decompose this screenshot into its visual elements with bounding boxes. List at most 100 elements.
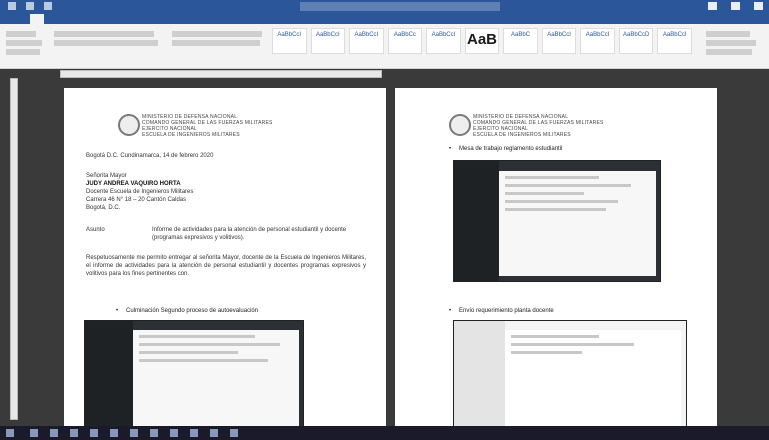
screenshot-line <box>511 342 635 346</box>
app-icon[interactable] <box>130 429 138 437</box>
screenshot-sidebar <box>454 321 506 430</box>
app-icon[interactable] <box>170 429 178 437</box>
maximize-icon[interactable] <box>731 2 740 10</box>
font-name-select[interactable] <box>54 31 154 37</box>
list-buttons[interactable] <box>172 31 262 37</box>
bullet-item: Mesa de trabajo reglamento estudiantil <box>449 146 699 152</box>
bullet-item: Culminación Segundo proceso de autoevalu… <box>116 308 366 314</box>
find-button[interactable] <box>706 31 750 37</box>
document-page-2[interactable]: MINISTERIO DE DEFENSA NACIONAL COMANDO G… <box>395 88 717 430</box>
alignment-buttons[interactable] <box>172 40 260 46</box>
recipient-city: Bogotá, D.C. <box>86 205 121 211</box>
recipient-title: Señorita Mayor <box>86 173 127 179</box>
app-icon[interactable] <box>90 429 98 437</box>
style-item[interactable]: AaBbCc <box>387 28 423 54</box>
style-item[interactable]: AaBbC <box>503 28 538 54</box>
embedded-screenshot <box>453 320 687 430</box>
screenshot-line <box>138 358 269 362</box>
screenshot-line <box>511 350 582 354</box>
style-item[interactable]: AaBbCcI <box>426 28 461 54</box>
screenshot-sidebar <box>454 161 500 281</box>
start-icon[interactable] <box>6 429 14 437</box>
subject-text: Informe de actividades para la atención … <box>152 227 347 241</box>
style-item[interactable]: AaBbCcI <box>580 28 615 54</box>
style-item[interactable]: AaBbCcI <box>657 28 693 54</box>
title-bar <box>0 0 769 14</box>
paste-button[interactable] <box>6 31 36 37</box>
screenshot-line <box>511 334 600 338</box>
app-icon[interactable] <box>190 429 198 437</box>
body-paragraph: Respetuosamente me permito entregar al s… <box>86 255 366 277</box>
screenshot-line <box>138 342 280 346</box>
style-item[interactable]: AaBbCcI <box>272 28 307 54</box>
screenshot-line <box>505 175 600 179</box>
letterhead: MINISTERIO DE DEFENSA NACIONAL COMANDO G… <box>473 114 604 138</box>
recipient-address: Carrera 46 N° 18 – 20 Cantón Caldas <box>86 197 187 203</box>
style-title[interactable]: AaB <box>464 28 500 54</box>
embedded-screenshot <box>84 320 304 430</box>
tab-home[interactable] <box>29 14 44 24</box>
screenshot-sidebar <box>85 321 133 430</box>
styles-gallery: AaBbCcI AaBbCcI AaBbCcI AaBbCc AaBbCcI A… <box>272 28 693 54</box>
quick-access-toolbar <box>8 2 52 10</box>
window-title <box>300 2 500 11</box>
editing-group <box>706 28 762 58</box>
close-icon[interactable] <box>754 2 763 10</box>
tab-layout[interactable] <box>109 14 127 24</box>
screenshot-line <box>138 350 239 354</box>
horizontal-ruler[interactable] <box>60 70 382 78</box>
letterhead-line: ESCUELA DE INGENIEROS MILITARES <box>473 132 571 138</box>
tab-insert[interactable] <box>56 14 70 24</box>
app-icon[interactable] <box>70 429 78 437</box>
style-item[interactable]: AaBbCcI <box>349 28 384 54</box>
task-view-icon[interactable] <box>50 429 58 437</box>
screenshot-content <box>505 329 682 427</box>
recipient-role: Docente Escuela de Ingenieros Militares <box>86 189 194 195</box>
institution-seal-icon <box>118 114 140 136</box>
tab-design[interactable] <box>81 14 97 24</box>
app-icon[interactable] <box>150 429 158 437</box>
letterhead-line: ESCUELA DE INGENIEROS MILITARES <box>142 132 240 138</box>
screenshot-line <box>138 334 255 338</box>
date-line: Bogotá D.C. Cundinamarca, 14 de febrero … <box>86 153 214 159</box>
vertical-ruler[interactable] <box>10 78 18 420</box>
recipient-name: JUDY ANDREA VAQUIRO HORTA <box>86 181 181 187</box>
embedded-screenshot <box>453 160 661 282</box>
style-item[interactable]: AaBbCcI <box>310 28 346 54</box>
subject-label: Asunto <box>86 227 105 233</box>
institution-seal-icon <box>449 114 471 136</box>
app-icon[interactable] <box>230 429 238 437</box>
screenshot-line <box>505 191 584 195</box>
copy-button[interactable] <box>6 49 40 55</box>
style-item[interactable]: AaBbCcD <box>618 28 654 54</box>
undo-icon[interactable] <box>26 2 34 10</box>
minimize-icon[interactable] <box>708 2 717 10</box>
screenshot-line <box>505 199 619 203</box>
search-icon[interactable] <box>30 429 38 437</box>
taskbar <box>0 426 769 440</box>
app-icon[interactable] <box>110 429 118 437</box>
tab-file[interactable] <box>6 14 18 24</box>
screenshot-line <box>505 183 631 187</box>
select-button[interactable] <box>706 49 752 55</box>
screenshot-line <box>505 207 606 211</box>
window-controls <box>708 2 763 10</box>
style-item[interactable]: AaBbCcI <box>541 28 577 54</box>
replace-button[interactable] <box>706 40 756 46</box>
font-group <box>54 28 164 58</box>
bullet-item: Envío requerimiento planta docente <box>449 308 699 314</box>
font-format-buttons[interactable] <box>54 40 158 46</box>
paragraph-group <box>172 28 266 58</box>
save-icon[interactable] <box>8 2 16 10</box>
letterhead: MINISTERIO DE DEFENSA NACIONAL COMANDO G… <box>142 114 273 138</box>
cut-button[interactable] <box>6 40 42 46</box>
ribbon: AaBbCcI AaBbCcI AaBbCcI AaBbCc AaBbCcI A… <box>0 24 769 69</box>
clipboard-group <box>6 28 46 58</box>
ribbon-tabs <box>0 14 769 24</box>
tab-references[interactable] <box>139 14 155 24</box>
screenshot-content <box>132 329 299 427</box>
app-icon[interactable] <box>210 429 218 437</box>
document-page-1[interactable]: MINISTERIO DE DEFENSA NACIONAL COMANDO G… <box>64 88 386 430</box>
screenshot-content <box>499 170 656 277</box>
redo-icon[interactable] <box>44 2 52 10</box>
